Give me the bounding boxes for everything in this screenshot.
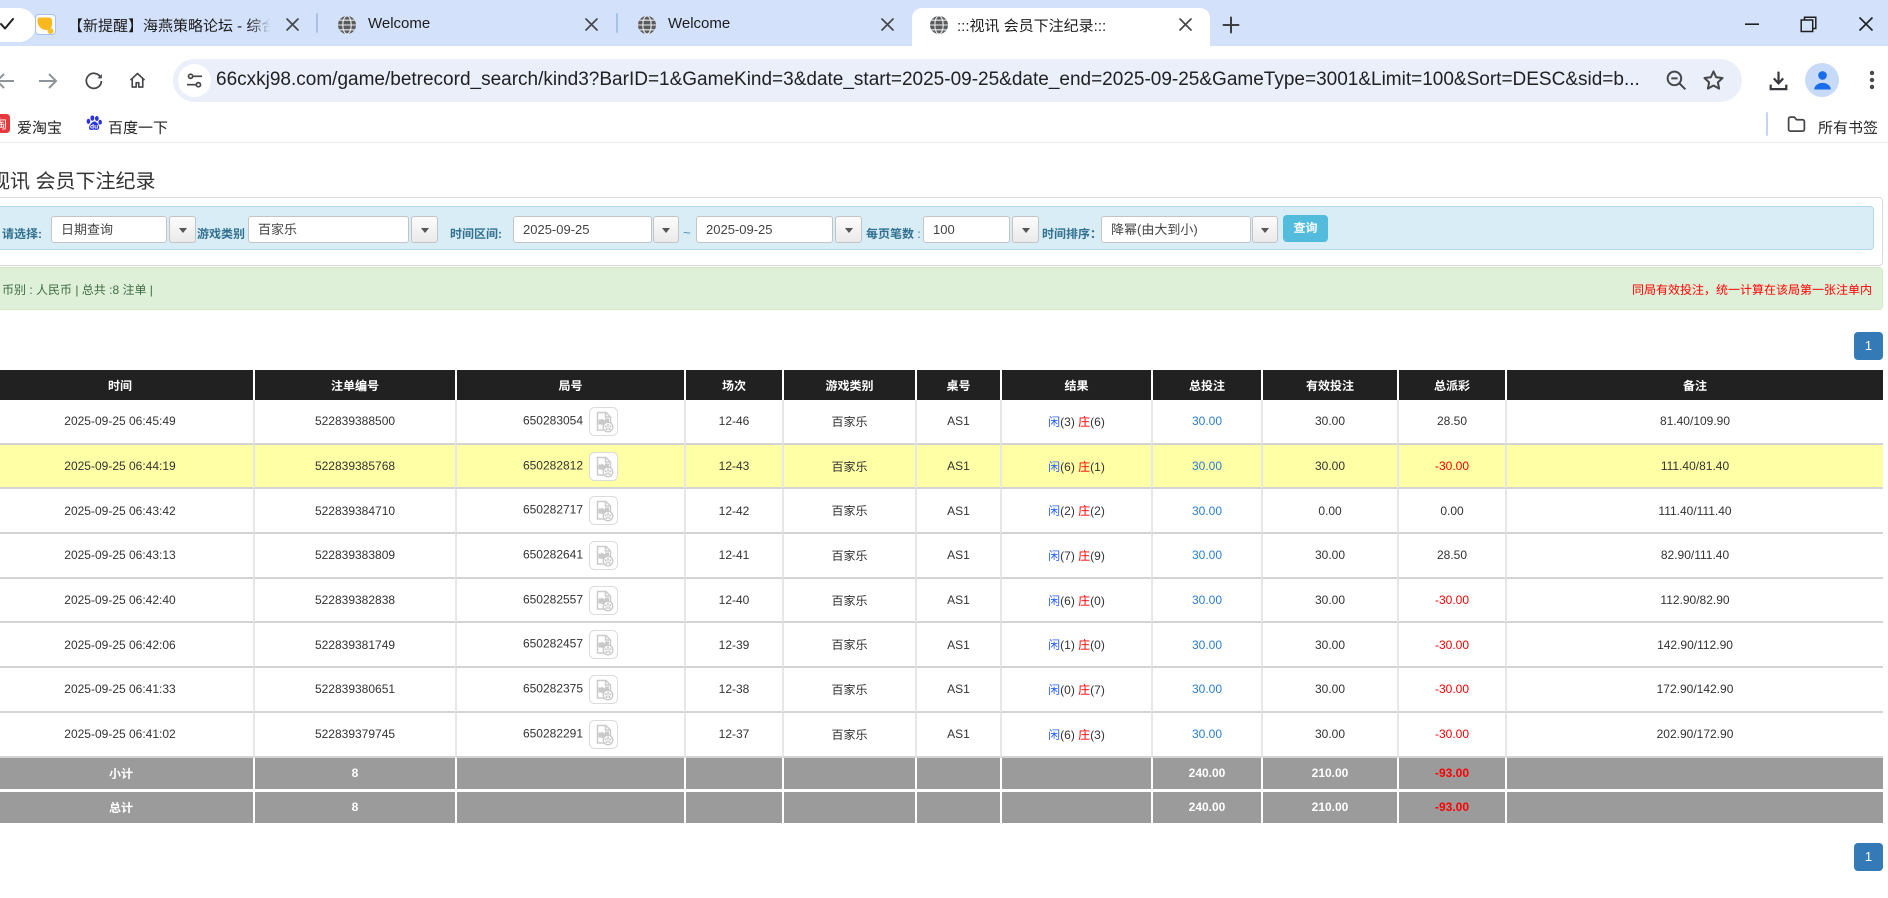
svg-text:淘: 淘 <box>0 114 7 133</box>
svg-text:du: du <box>90 123 98 130</box>
